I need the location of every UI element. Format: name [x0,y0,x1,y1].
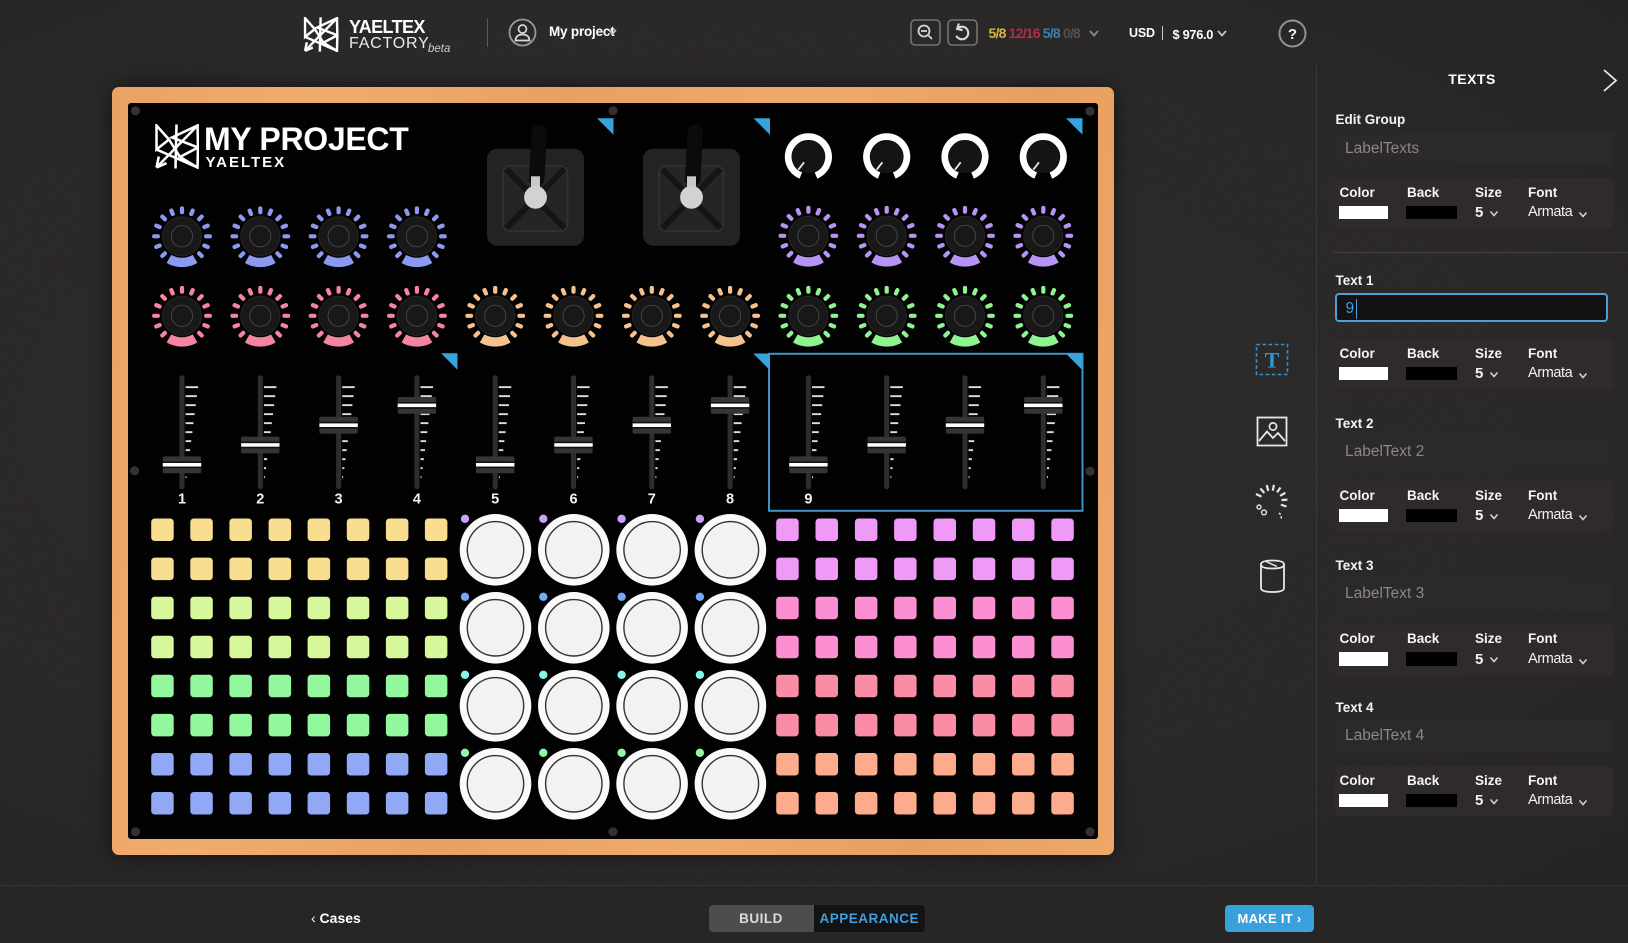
svg-text:1: 1 [178,491,186,507]
svg-text:6: 6 [569,491,577,507]
svg-text:7: 7 [648,491,656,507]
svg-text:4: 4 [413,491,421,507]
svg-text:5: 5 [491,491,499,507]
svg-text:9: 9 [804,491,812,507]
svg-text:T: T [1265,348,1280,373]
svg-text:2: 2 [256,491,264,507]
svg-text:?: ? [1288,26,1297,43]
svg-text:3: 3 [335,491,343,507]
svg-text:8: 8 [726,491,734,507]
